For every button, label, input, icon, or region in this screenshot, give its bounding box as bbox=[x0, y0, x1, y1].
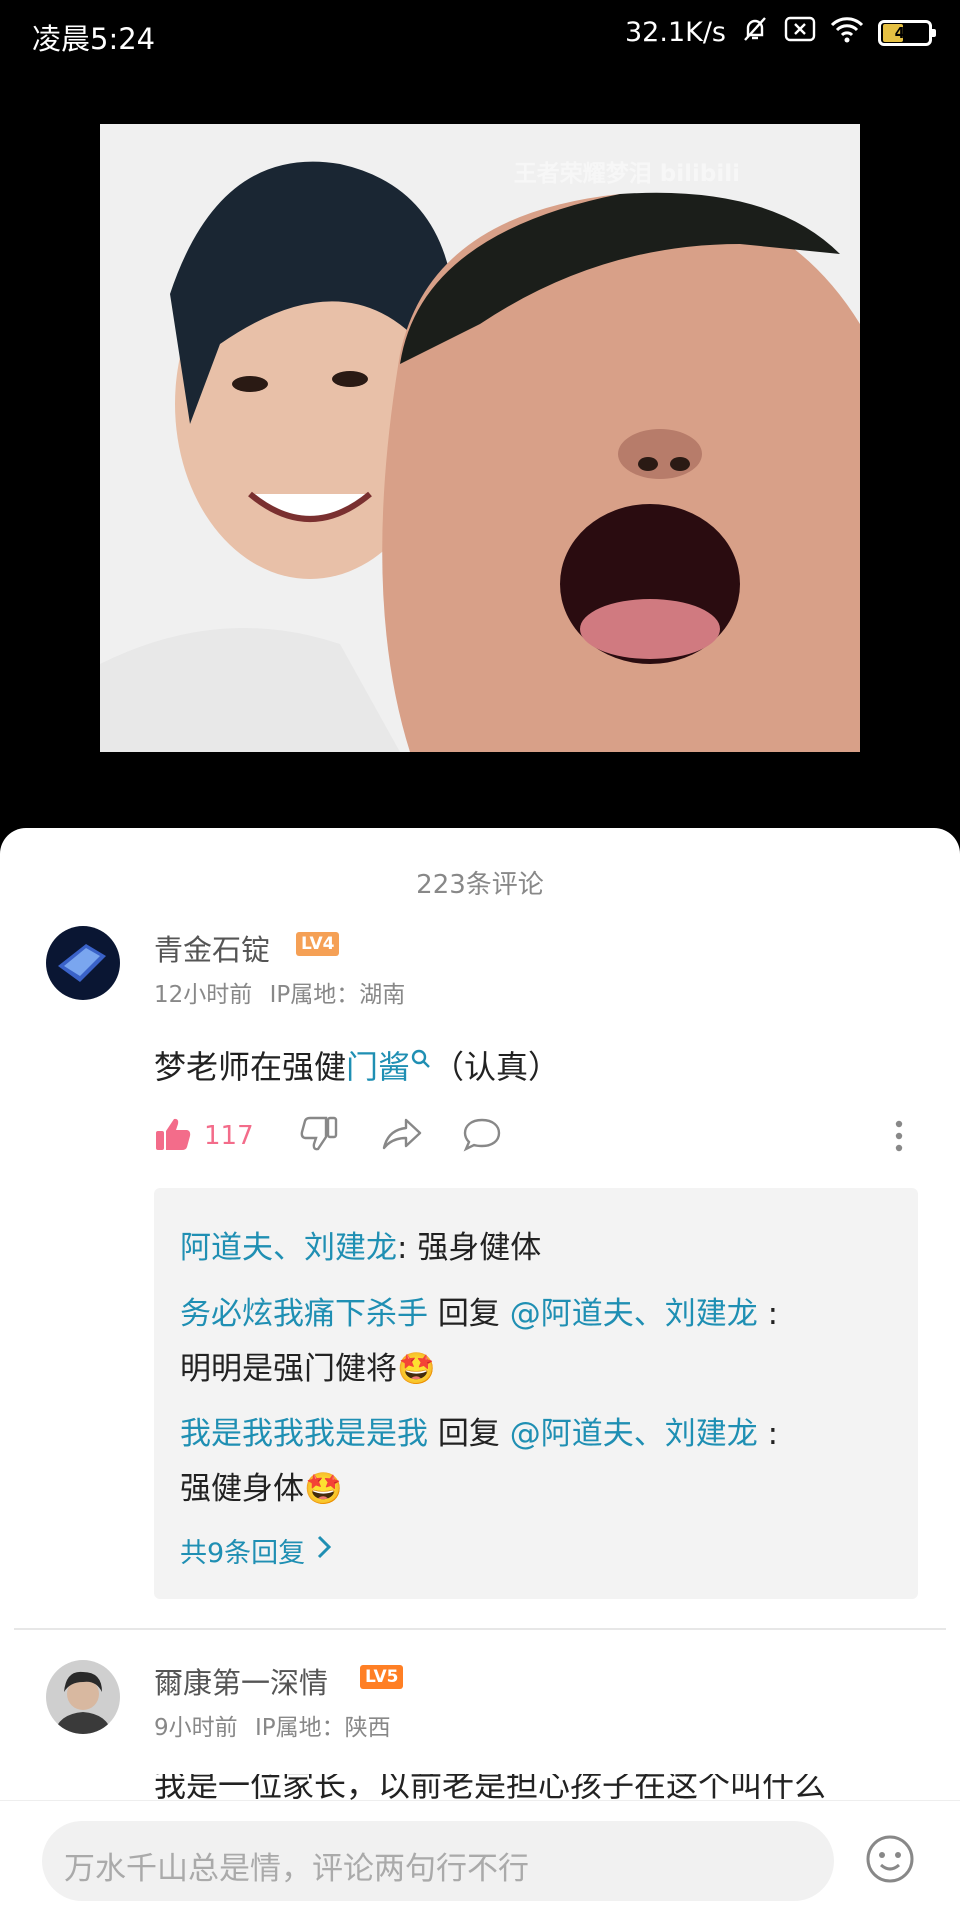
comments-count: 223条评论 bbox=[416, 870, 544, 900]
thumbs-up-icon[interactable] bbox=[154, 1116, 192, 1156]
comment-ip: IP属地：陕西 bbox=[254, 1715, 391, 1741]
reply-item-text: 明明是强门健将🤩 bbox=[180, 1343, 436, 1388]
status-time: 凌晨5:24 bbox=[32, 22, 156, 56]
reply-text: 强健身体 bbox=[180, 1471, 304, 1507]
reply-target[interactable]: @阿道夫、刘建龙 bbox=[510, 1416, 758, 1452]
level-badge: LV4 bbox=[296, 932, 340, 956]
battery-level: 41 bbox=[894, 23, 916, 42]
comment-link[interactable]: 门酱 bbox=[346, 1048, 410, 1086]
comments-sheet: 223条评论 青金石锭 LV4 12小时前 IP属地：湖南 梦老师在强健门酱 （认… bbox=[0, 828, 960, 1920]
chevron-right-icon bbox=[317, 1535, 332, 1566]
reply-target[interactable]: @阿道夫、刘建龙 bbox=[510, 1296, 758, 1332]
avatar[interactable] bbox=[46, 1660, 120, 1734]
comment-username[interactable]: 青金石锭 bbox=[154, 927, 270, 969]
sim-off-icon bbox=[784, 16, 816, 49]
more-replies-link[interactable]: 共9条回复 bbox=[180, 1531, 332, 1570]
video-watermark: 王者荣耀梦泪 bilibili bbox=[513, 161, 740, 187]
reply-text: 强身健体 bbox=[417, 1230, 542, 1266]
reply-item: 务必炫我痛下杀手 回复 @阿道夫、刘建龙 : bbox=[180, 1288, 778, 1333]
comment-input-bar: 万水千山总是情，评论两句行不行 bbox=[0, 1800, 960, 1921]
more-icon[interactable] bbox=[894, 1120, 904, 1156]
replies-box[interactable]: 阿道夫、刘建龙: 强身健体 务必炫我痛下杀手 回复 @阿道夫、刘建龙 : 明明是… bbox=[154, 1188, 918, 1599]
reply-separator: : bbox=[397, 1230, 418, 1266]
comment-time: 12小时前 bbox=[154, 982, 253, 1008]
video-player[interactable]: 王者荣耀梦泪 bilibili bbox=[0, 70, 960, 832]
comment-text-before: 梦老师在强健 bbox=[154, 1048, 347, 1086]
wifi-icon bbox=[830, 15, 864, 50]
like-count: 117 bbox=[204, 1121, 254, 1151]
comment-input-placeholder: 万水千山总是情，评论两句行不行 bbox=[64, 1851, 529, 1887]
comment-ip: IP属地：湖南 bbox=[269, 982, 406, 1008]
video-thumbnail-image bbox=[100, 124, 860, 752]
comment-actions: 117 bbox=[154, 1116, 502, 1156]
reply-word: 回复 bbox=[428, 1296, 510, 1332]
reply-text: 明明是强门健将 bbox=[180, 1351, 397, 1387]
search-icon[interactable] bbox=[410, 1048, 432, 1086]
avatar[interactable] bbox=[46, 926, 120, 1000]
comment-username[interactable]: 爾康第一深情 bbox=[154, 1660, 328, 1702]
emoji-icon[interactable] bbox=[864, 1833, 916, 1889]
comment-time: 9小时前 bbox=[154, 1715, 238, 1741]
comment-text-content: 我是一位家长，以前老是担心孩子在这个叫什么 bbox=[154, 1774, 827, 1800]
reply-item: 阿道夫、刘建龙: 强身健体 bbox=[180, 1222, 541, 1267]
mute-bell-icon bbox=[740, 14, 770, 51]
comment-text-after: （认真） bbox=[432, 1048, 561, 1086]
level-badge: LV5 bbox=[360, 1665, 404, 1689]
comment-divider bbox=[14, 1628, 946, 1630]
reply-author[interactable]: 务必炫我痛下杀手 bbox=[180, 1296, 428, 1332]
comment-meta: 12小时前 IP属地：湖南 bbox=[154, 975, 405, 1009]
reply-colon: : bbox=[757, 1296, 779, 1332]
status-bar: 凌晨5:24 32.1K/s 41 bbox=[0, 0, 960, 70]
thumbs-down-icon[interactable] bbox=[300, 1116, 338, 1156]
comment-text: 梦老师在强健门酱 （认真） bbox=[154, 1042, 560, 1088]
network-speed: 32.1K/s bbox=[625, 17, 726, 48]
star-struck-emoji: 🤩 bbox=[304, 1471, 343, 1507]
reply-item: 我是我我我是是我 回复 @阿道夫、刘建龙 : bbox=[180, 1408, 778, 1453]
comment-meta: 9小时前 IP属地：陕西 bbox=[154, 1708, 391, 1742]
battery-icon: 41 bbox=[878, 19, 936, 46]
reply-author[interactable]: 阿道夫、刘建龙 bbox=[180, 1230, 397, 1266]
reply-item-text: 强健身体🤩 bbox=[180, 1463, 343, 1508]
battery-nub bbox=[932, 28, 936, 37]
reply-colon: : bbox=[757, 1416, 779, 1452]
comment-text: 我是一位家长，以前老是担心孩子在这个叫什么 bbox=[154, 1774, 826, 1800]
reply-word: 回复 bbox=[428, 1416, 510, 1452]
star-struck-emoji: 🤩 bbox=[397, 1351, 436, 1387]
comment-input[interactable]: 万水千山总是情，评论两句行不行 bbox=[42, 1821, 834, 1901]
share-icon[interactable] bbox=[380, 1116, 422, 1156]
more-replies-label: 共9条回复 bbox=[180, 1538, 306, 1569]
reply-author[interactable]: 我是我我我是是我 bbox=[180, 1416, 428, 1452]
status-icons: 32.1K/s 41 bbox=[625, 14, 936, 51]
comment-icon[interactable] bbox=[462, 1116, 502, 1156]
video-frame[interactable]: 王者荣耀梦泪 bilibili bbox=[100, 124, 860, 752]
